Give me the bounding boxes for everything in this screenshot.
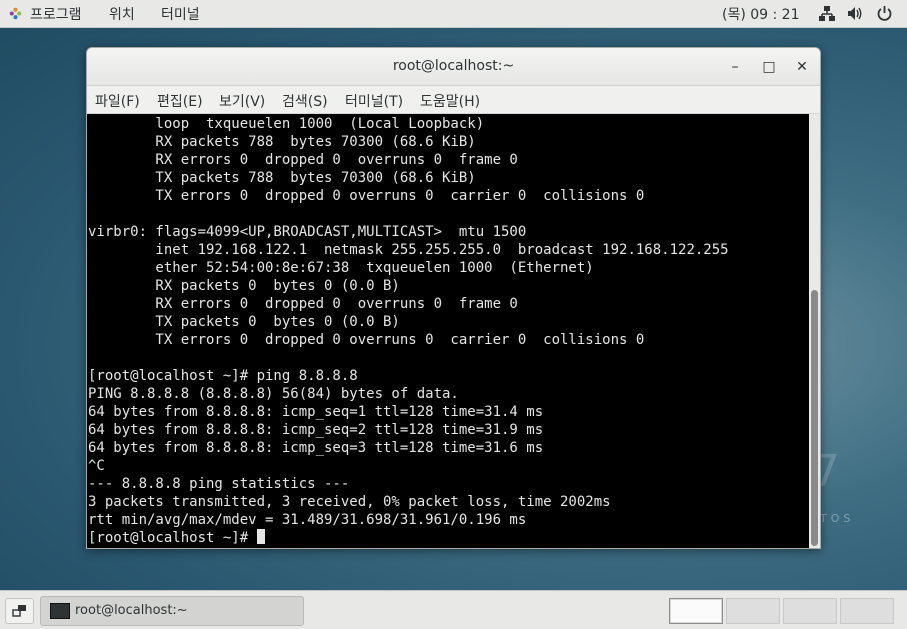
terminal-line: [root@localhost ~]# ping 8.8.8.8 [88,368,358,384]
window-menubar: 파일(F) 편집(E) 보기(V) 검색(S) 터미널(T) 도움말(H) [87,86,820,114]
terminal-line: rtt min/avg/max/mdev = 31.489/31.698/31.… [88,512,527,528]
terminal-line: TX errors 0 dropped 0 overruns 0 carrier… [88,332,645,348]
network-icon[interactable] [818,5,836,22]
top-panel: 프로그램 위치 터미널 (목) 09 : 21 [0,0,907,28]
terminal-line: TX errors 0 dropped 0 overruns 0 carrier… [88,188,645,204]
menu-file[interactable]: 파일(F) [95,91,140,111]
menu-search[interactable]: 검색(S) [282,91,328,111]
terminal-app-menu[interactable]: 터미널 [161,4,200,24]
terminal-line: TX packets 788 bytes 70300 (68.6 KiB) [88,170,476,186]
workspace-3[interactable] [783,598,837,624]
desktop-watermark-text: TOS [820,512,855,525]
terminal-line: loop txqueuelen 1000 (Local Loopback) [88,116,485,132]
places-menu[interactable]: 위치 [109,4,135,24]
show-desktop-button[interactable] [5,598,34,624]
scrollbar-thumb[interactable] [811,290,818,546]
minimize-button[interactable]: – [725,57,745,77]
menu-view[interactable]: 보기(V) [219,91,265,111]
terminal-line: RX errors 0 dropped 0 overruns 0 frame 0 [88,296,518,312]
taskbar-terminal-button[interactable]: root@localhost:~ [40,596,304,626]
window-titlebar[interactable]: root@localhost:~ – □ ✕ [87,48,820,86]
taskbar-task-label: root@localhost:~ [75,603,188,618]
terminal-scrollbar[interactable] [809,114,820,548]
text-cursor [256,529,265,544]
terminal-line: --- 8.8.8.8 ping statistics --- [88,476,350,492]
terminal-line: RX errors 0 dropped 0 overruns 0 frame 0 [88,152,518,168]
terminal-line: ^C [88,458,105,474]
terminal-line: TX packets 0 bytes 0 (0.0 B) [88,314,400,330]
terminal-line: 64 bytes from 8.8.8.8: icmp_seq=1 ttl=12… [88,404,544,420]
terminal-line: RX packets 788 bytes 70300 (68.6 KiB) [88,134,476,150]
workspace-1[interactable] [669,598,723,624]
terminal-line: PING 8.8.8.8 (8.8.8.8) 56(84) bytes of d… [88,386,459,402]
maximize-button[interactable]: □ [759,57,779,77]
terminal-prompt: [root@localhost ~]# [88,530,257,546]
workspace-4[interactable] [840,598,894,624]
terminal-line: 64 bytes from 8.8.8.8: icmp_seq=3 ttl=12… [88,440,544,456]
close-button[interactable]: ✕ [792,57,812,77]
terminal-icon [50,603,70,619]
terminal-prompt-line: [root@localhost ~]# [88,529,265,547]
menu-terminal[interactable]: 터미널(T) [345,91,403,111]
terminal-line: inet 192.168.122.1 netmask 255.255.255.0… [88,242,729,258]
show-desktop-icon [12,605,26,617]
volume-icon[interactable] [846,5,864,22]
programs-menu[interactable]: 프로그램 [30,4,82,24]
terminal-line: virbr0: flags=4099<UP,BROADCAST,MULTICAS… [88,224,527,240]
menu-help[interactable]: 도움말(H) [420,91,480,111]
terminal-window: root@localhost:~ – □ ✕ 파일(F) 편집(E) 보기(V)… [86,47,821,549]
applications-icon[interactable] [9,7,22,20]
power-icon[interactable] [876,5,893,22]
terminal-line: 3 packets transmitted, 3 received, 0% pa… [88,494,611,510]
clock[interactable]: (목) 09 : 21 [722,4,800,24]
workspace-2[interactable] [726,598,780,624]
window-title: root@localhost:~ [392,58,515,74]
terminal-output[interactable]: loop txqueuelen 1000 (Local Loopback) RX… [87,114,809,548]
menu-edit[interactable]: 편집(E) [157,91,203,111]
terminal-line: ether 52:54:00:8e:67:38 txqueuelen 1000 … [88,260,594,276]
terminal-line: RX packets 0 bytes 0 (0.0 B) [88,278,400,294]
bottom-panel: root@localhost:~ [0,590,907,629]
terminal-line: 64 bytes from 8.8.8.8: icmp_seq=2 ttl=12… [88,422,544,438]
